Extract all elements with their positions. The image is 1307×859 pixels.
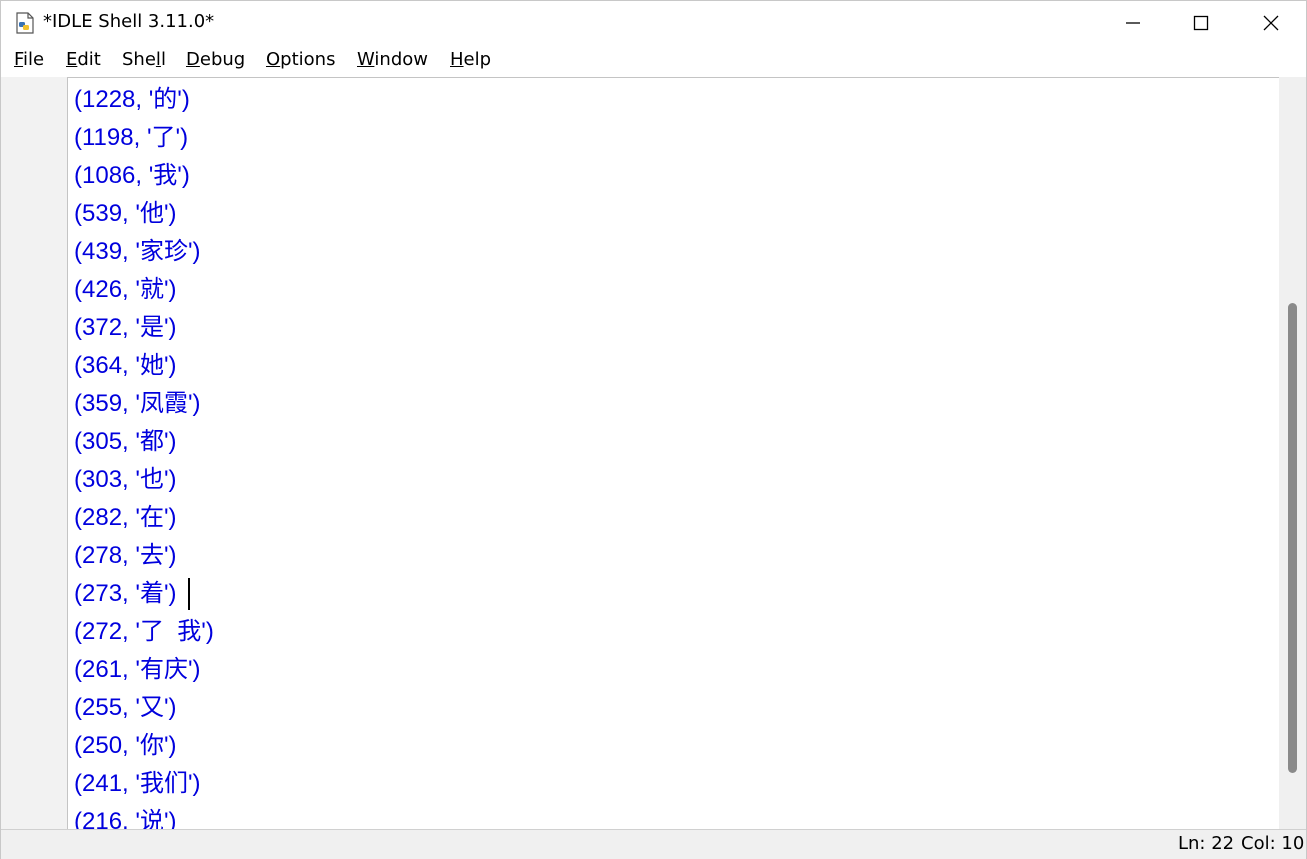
menu-window[interactable]: Window bbox=[355, 49, 430, 70]
idle-shell-window: *IDLE Shell 3.11.0* File Edit Shell Debu… bbox=[0, 0, 1307, 859]
output-line[interactable]: (1228, '的') bbox=[74, 81, 190, 119]
title-bar[interactable]: *IDLE Shell 3.11.0* bbox=[1, 1, 1306, 45]
output-line[interactable]: (426, '就') bbox=[74, 271, 177, 309]
output-line[interactable]: (364, '她') bbox=[74, 347, 177, 385]
output-line[interactable]: (305, '都') bbox=[74, 423, 177, 461]
close-icon bbox=[1263, 15, 1279, 31]
output-line[interactable]: (359, '凤霞') bbox=[74, 385, 201, 423]
menu-shell[interactable]: Shell bbox=[120, 49, 168, 70]
maximize-button[interactable] bbox=[1166, 1, 1236, 45]
vertical-scrollbar[interactable] bbox=[1279, 77, 1306, 829]
text-cursor bbox=[188, 578, 190, 610]
output-line[interactable]: (278, '去') bbox=[74, 537, 177, 575]
shell-text-area[interactable]: (1228, '的') (1198, '了') (1086, '我') (539… bbox=[67, 77, 1279, 829]
status-line-number: Ln: 22 bbox=[1178, 833, 1235, 854]
menu-bar: File Edit Shell Debug Options Window Hel… bbox=[1, 45, 1306, 77]
output-line[interactable]: (1086, '我') bbox=[74, 157, 190, 195]
minimize-icon bbox=[1126, 22, 1140, 24]
output-line[interactable]: (539, '他') bbox=[74, 195, 177, 233]
output-line[interactable]: (303, '也') bbox=[74, 461, 177, 499]
status-column-number: Col: 10 bbox=[1241, 833, 1305, 854]
output-line[interactable]: (272, '了 我') bbox=[74, 613, 214, 651]
output-line[interactable]: (241, '我们') bbox=[74, 765, 201, 803]
output-line[interactable]: (1198, '了') bbox=[74, 119, 188, 157]
close-button[interactable] bbox=[1236, 1, 1306, 45]
minimize-button[interactable] bbox=[1098, 1, 1168, 45]
output-line[interactable]: (216, '说') bbox=[74, 803, 177, 829]
output-line[interactable]: (439, '家珍') bbox=[74, 233, 201, 271]
output-line[interactable]: (273, '着') bbox=[74, 575, 177, 613]
python-idle-icon bbox=[16, 12, 34, 34]
prompt-gutter bbox=[1, 77, 67, 829]
maximize-icon bbox=[1193, 15, 1209, 31]
menu-file[interactable]: File bbox=[12, 49, 46, 70]
output-line[interactable]: (372, '是') bbox=[74, 309, 177, 347]
menu-edit[interactable]: Edit bbox=[64, 49, 103, 70]
output-line[interactable]: (261, '有庆') bbox=[74, 651, 201, 689]
output-line[interactable]: (282, '在') bbox=[74, 499, 177, 537]
menu-debug[interactable]: Debug bbox=[184, 49, 247, 70]
status-bar: Ln: 22 Col: 10 bbox=[1, 829, 1306, 859]
output-line[interactable]: (250, '你') bbox=[74, 727, 177, 765]
scrollbar-thumb[interactable] bbox=[1288, 303, 1297, 773]
window-title: *IDLE Shell 3.11.0* bbox=[43, 11, 215, 32]
menu-options[interactable]: Options bbox=[264, 49, 337, 70]
output-line[interactable]: (255, '又') bbox=[74, 689, 177, 727]
menu-help[interactable]: Help bbox=[448, 49, 493, 70]
